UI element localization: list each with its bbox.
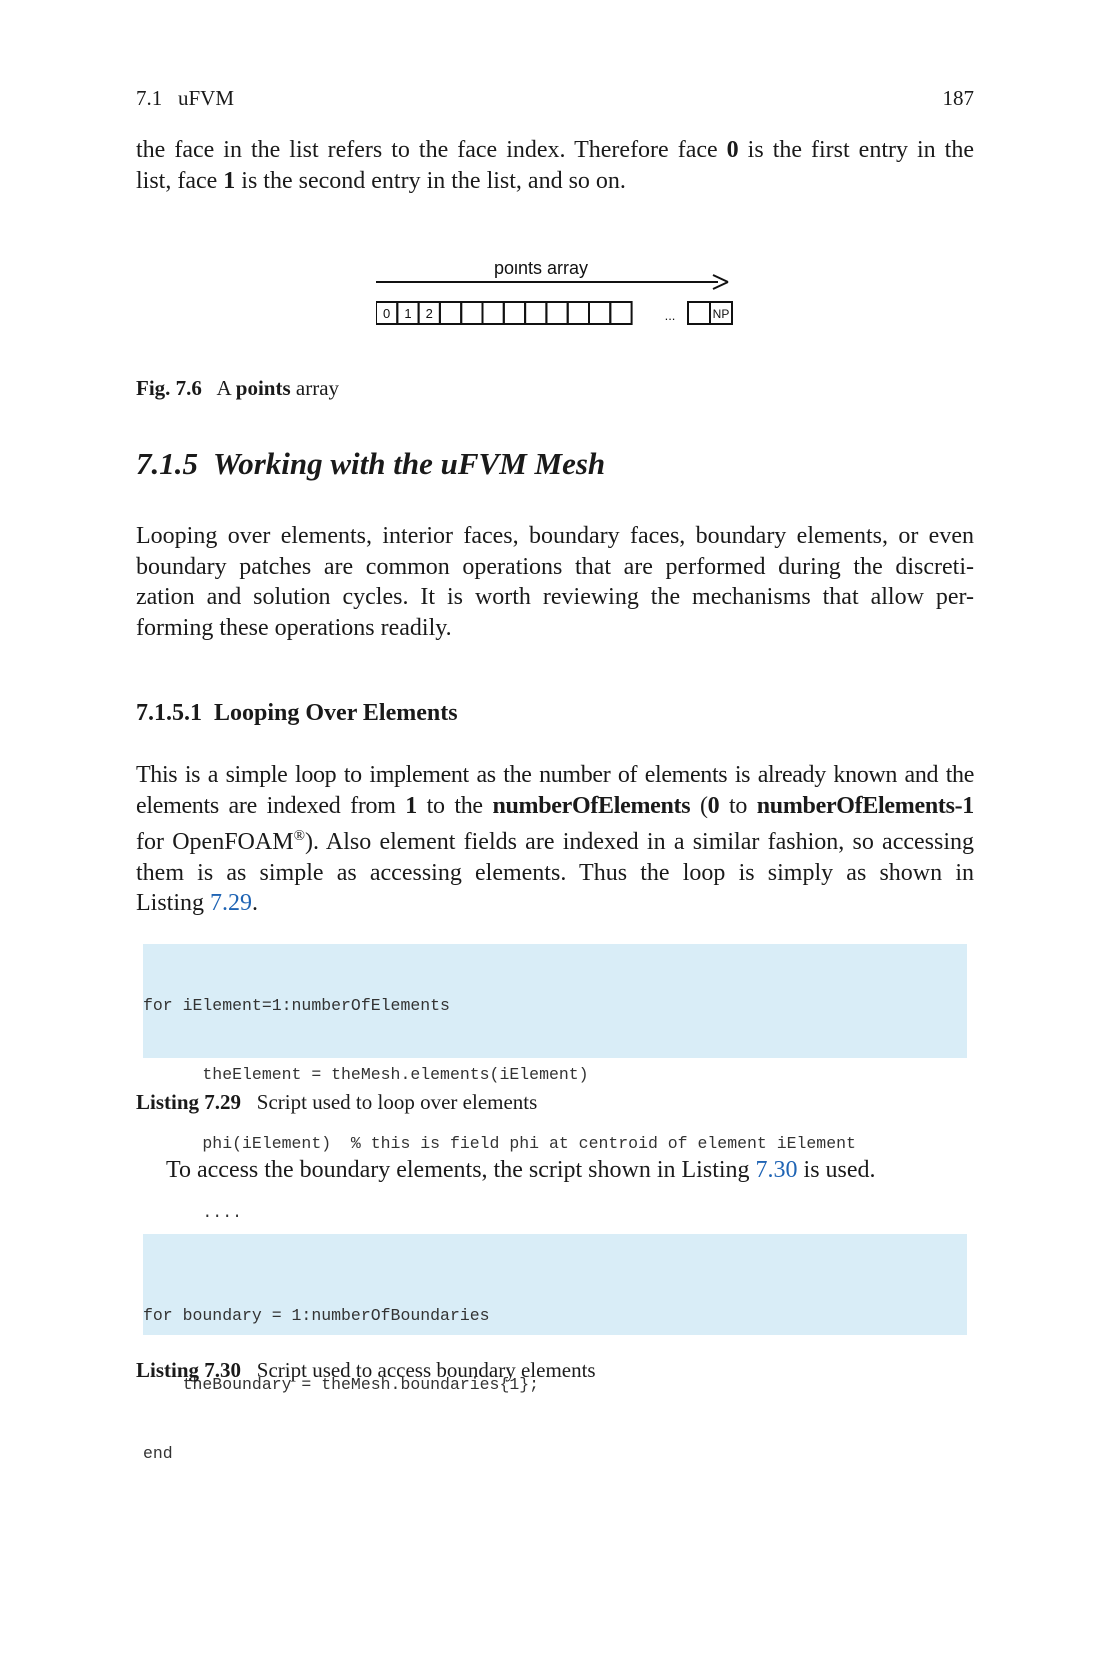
figure-caption-bold: points [235,376,291,400]
array-cell [502,301,527,325]
loop-line-5: Listing 7.29. [136,888,974,919]
text-run: to the [416,792,493,819]
code-line: end [143,1444,173,1463]
boundary-sentence: To access the boundary elements, the scr… [166,1155,974,1186]
bold-run: 0 [707,792,720,819]
text-run: elements are indexed from [136,792,406,819]
listing-7-30-number: Listing 7.30 [136,1358,242,1382]
section-paragraph-line-4: forming these operations readily. [136,614,452,641]
section-paragraph-line-3: zation and solution cycles. It is worth … [136,584,974,610]
points-array-diagram: points array 012 ... NP [355,258,733,325]
listing-7-29-code: for iElement=1:numberOfElements theEleme… [143,944,967,1291]
listing-7-30-link[interactable]: 7.30 [756,1157,798,1183]
header-section: 7.1 uFVM [136,86,235,110]
code-line: for boundary = 1:numberOfBoundaries [143,1306,490,1325]
figure-caption-number: Fig. 7.6 [136,376,202,400]
array-cells: 012 [375,301,633,325]
array-cell-label: 1 [404,306,411,321]
intro-paragraph: the face in the list refers to the face … [136,135,974,196]
loop-line-3-rest: ). Also element fields are indexed in a … [304,829,975,855]
listing-7-30-code: for boundary = 1:numberOfBoundaries theB… [143,1234,967,1463]
ellipsis-text: ... [665,308,676,323]
page-number: 187 [942,86,975,110]
points-array-figure: points array 012 ... NP [355,258,736,352]
listing-7-30-caption: Listing 7.30 Script used to access bound… [136,1358,596,1383]
listing-7-30-text: Script used to access boundary elements [256,1358,596,1382]
subsection-title: 7.1.5.1 Looping Over Elements [136,700,458,726]
loop-paragraph: This is a simple loop to implement as th… [136,760,974,919]
loop-line-2: elements are indexed from 1 to the numbe… [136,791,974,822]
section-paragraph-line-1: Looping over elements, interior faces, b… [136,523,974,549]
cell-np-label: NP [713,307,730,321]
code-line: phi(iElement) % this is field phi at cen… [143,1134,856,1153]
code-line: theElement = theMesh.elements(iElement) [143,1065,589,1084]
loop-line-5-b: . [252,890,259,916]
array-cell [524,301,548,325]
loop-line-4: them is as simple as accessing elements.… [136,859,974,886]
text-run: is the first entry in the [738,137,974,163]
section-paragraph-line-2: boundary patches are common operations t… [136,553,974,580]
figure-caption-b: array [290,376,340,400]
array-cell [481,301,505,325]
section-title: 7.1.5 Working with the uFVM Mesh [136,446,606,481]
figure-label: points array [494,262,588,278]
listing-7-29-number: Listing 7.29 [136,1090,242,1114]
intro-line-1: the face in the list refers to the face … [136,135,974,166]
openfoam-text: for OpenFOAM [136,829,294,855]
code-line: for iElement=1:numberOfElements [143,996,450,1015]
registered-mark: ® [293,828,305,844]
boundary-sentence-b: is used. [797,1157,876,1183]
cell-np-minus-1 [687,301,711,325]
figure-caption: Fig. 7.6 A points array [136,376,339,401]
section-paragraph: Looping over elements, interior faces, b… [136,521,974,643]
loop-line-3: for OpenFOAM®). Also element fields are … [136,821,974,858]
array-cell [438,301,463,325]
bold-run: numberOfElements [492,792,691,819]
array-cell [609,301,633,325]
listing-7-29-text: Script used to loop over elements [256,1090,538,1114]
code-line: .... [143,1203,243,1222]
text-run: is the second entry in the list, and so … [235,167,626,194]
listing-7-29-link[interactable]: 7.29 [210,890,252,916]
bold-run: 0 [726,137,739,163]
listing-7-29-caption: Listing 7.29 Script used to loop over el… [136,1090,537,1115]
text-run: the face in the list refers to the face … [136,137,727,163]
boundary-sentence-a: To access the boundary elements, the scr… [166,1157,756,1183]
bold-run: 1 [405,792,417,819]
running-header: 7.1 uFVM 187 [136,86,974,111]
bold-run: 1 [223,167,236,194]
array-cell [588,301,612,325]
array-cell-label: 2 [426,306,433,321]
text-run: to [719,792,757,819]
text-run: ( [690,792,708,819]
text-run: list, face [136,167,224,194]
array-cell [566,301,590,325]
intro-line-2: list, face 1 is the second entry in the … [136,166,974,197]
array-cell [545,301,569,325]
loop-line-1: This is a simple loop to implement as th… [136,762,974,788]
array-cell-label: 0 [383,306,390,321]
array-cell [460,301,484,325]
bold-run: numberOfElements-1 [756,792,975,819]
loop-line-5-a: Listing [136,890,211,916]
figure-caption-a: A [216,376,236,400]
